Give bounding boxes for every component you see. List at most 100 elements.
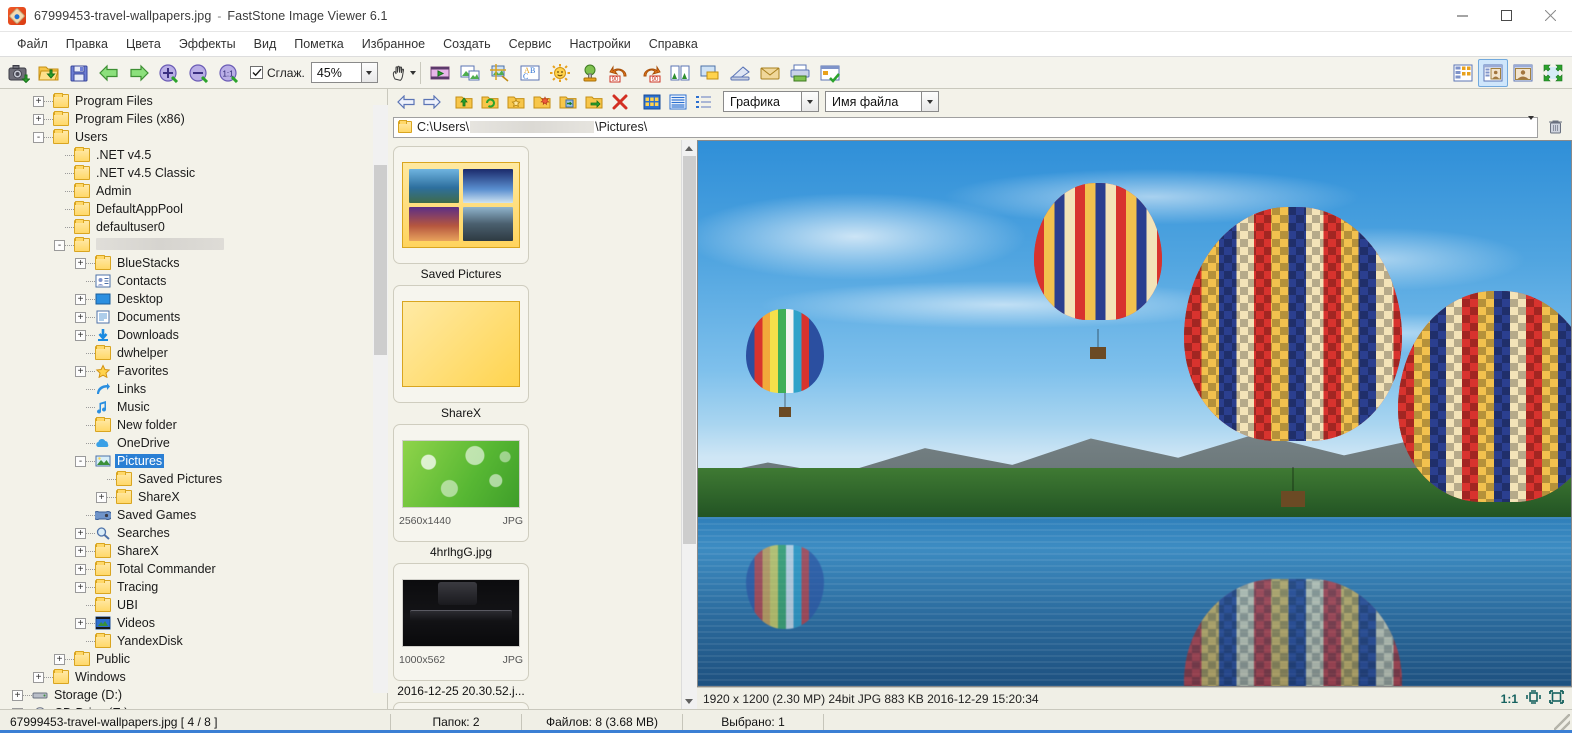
tree-item-program-files[interactable]: + Program Files (0, 92, 387, 110)
menu-item-tag[interactable]: Пометка (285, 34, 353, 54)
thumbnails-view-icon[interactable] (639, 91, 665, 113)
tree-item-links[interactable]: Links (0, 380, 387, 398)
path-dropdown-arrow[interactable] (1528, 116, 1534, 134)
back-icon[interactable] (393, 91, 419, 113)
menu-item-edit[interactable]: Правка (57, 34, 117, 54)
image-preview[interactable] (697, 140, 1572, 687)
sort-by-combo[interactable]: Имя файла (825, 91, 939, 112)
thumbs-scroll-down-button[interactable] (681, 693, 697, 709)
thumbs-scroll-thumb[interactable] (682, 156, 696, 544)
zoom-level-dropdown-arrow[interactable] (360, 62, 378, 83)
tree-item-tracing[interactable]: + Tracing (0, 578, 387, 596)
thumbs-scroll-track[interactable] (681, 156, 697, 693)
sort-by-arrow[interactable] (921, 91, 939, 112)
crop-icon[interactable] (485, 59, 515, 87)
maximize-icon[interactable] (1484, 0, 1528, 32)
tree-item-users[interactable]: - Users (0, 128, 387, 146)
expand-icon[interactable]: + (33, 95, 44, 107)
thumbnail-box[interactable] (393, 285, 529, 403)
expand-icon[interactable]: + (75, 293, 86, 305)
delete-icon[interactable] (607, 91, 633, 113)
tree-item-admin[interactable]: Admin (0, 182, 387, 200)
tree-item-contacts[interactable]: Contacts (0, 272, 387, 290)
preview-view-icon[interactable] (1478, 58, 1508, 87)
file-type-filter-combo[interactable]: Графика (723, 91, 819, 112)
menu-item-effects[interactable]: Эффекты (170, 34, 245, 54)
expand-icon[interactable]: + (75, 311, 86, 323)
expand-icon[interactable]: + (75, 257, 86, 269)
fullscreen-toggle-icon[interactable] (1549, 690, 1564, 707)
new-folder-icon[interactable] (529, 91, 555, 113)
file-type-filter-arrow[interactable] (801, 91, 819, 112)
expand-icon[interactable]: + (75, 563, 86, 575)
thumbs-scroll-up-button[interactable] (681, 140, 697, 156)
thumbnail-item[interactable]: 2560x1440 JPG 4hrlhgG.jpg (393, 424, 531, 561)
expand-icon[interactable]: + (75, 329, 86, 341)
tree-item-saved-games[interactable]: Saved Games (0, 506, 387, 524)
sort-by-value[interactable]: Имя файла (825, 91, 921, 112)
expand-icon[interactable]: + (33, 113, 44, 125)
tree-scroll-track[interactable] (372, 105, 388, 693)
tree-item-sharex[interactable]: + ShareX (0, 488, 387, 506)
resize-image-icon[interactable] (455, 59, 485, 87)
next-image-icon[interactable] (124, 59, 154, 87)
folder-tree-scrollbar[interactable] (372, 89, 388, 709)
thumbnail-box[interactable] (393, 146, 529, 264)
print-icon[interactable] (785, 59, 815, 87)
tree-item-net-v4-5-classic[interactable]: .NET v4.5 Classic (0, 164, 387, 182)
adjust-lighting-icon[interactable] (545, 59, 575, 87)
tree-item-redacted[interactable]: - (0, 236, 387, 254)
thumbnail-box[interactable]: 480x552JPG (393, 702, 529, 709)
tree-item-cd-drive-e[interactable]: + CD Drive (E:) (0, 704, 387, 709)
zoom-level-combo[interactable]: 45% (310, 62, 378, 83)
smoothing-checkbox[interactable]: Сглаж. (250, 66, 305, 80)
list-view-icon[interactable] (665, 91, 691, 113)
tree-scroll-thumb[interactable] (373, 165, 387, 355)
hand-tool-dropdown-arrow[interactable] (409, 70, 416, 75)
draw-text-icon[interactable]: A B C (515, 59, 545, 87)
file-type-filter-value[interactable]: Графика (723, 91, 801, 112)
expand-icon[interactable]: + (75, 365, 86, 377)
menu-item-tools[interactable]: Сервис (500, 34, 561, 54)
thumbnail-box[interactable]: 1000x562 JPG (393, 563, 529, 681)
tree-item-program-files-x86[interactable]: + Program Files (x86) (0, 110, 387, 128)
single-image-view-icon[interactable] (1508, 59, 1538, 87)
tree-item-searches[interactable]: + Searches (0, 524, 387, 542)
rotate-right-icon[interactable]: 90 (635, 59, 665, 87)
forward-icon[interactable] (419, 91, 445, 113)
menu-item-favorites[interactable]: Избранное (353, 34, 434, 54)
tree-item-documents[interactable]: + Documents (0, 308, 387, 326)
expand-icon[interactable]: + (96, 491, 107, 503)
thumbnail-item[interactable]: ShareX (393, 285, 531, 422)
zoom-level-value[interactable]: 45% (310, 62, 361, 83)
red-eye-removal-icon[interactable] (575, 59, 605, 87)
resize-grip-icon[interactable] (1554, 713, 1570, 730)
menu-item-help[interactable]: Справка (640, 34, 707, 54)
tree-item-pictures[interactable]: - Pictures (0, 452, 387, 470)
tree-item-music[interactable]: Music (0, 398, 387, 416)
compare-images-icon[interactable] (665, 59, 695, 87)
path-input[interactable]: C:\Users\ \Pictures\ (393, 116, 1538, 138)
thumbnail-item[interactable]: Saved Pictures (393, 146, 531, 283)
refresh-icon[interactable] (477, 91, 503, 113)
folder-tree[interactable]: + Program Files + Program Files (x86) - Users… (0, 89, 387, 709)
screen-color-picker-icon[interactable] (695, 59, 725, 87)
screen-capture-icon[interactable] (4, 59, 34, 87)
previous-image-icon[interactable] (94, 59, 124, 87)
thumbnail-grid[interactable]: Saved Pictures ShareX 2560x1440 JPG 4hrlhgG.… (387, 140, 681, 709)
tree-item-videos[interactable]: + Videos (0, 614, 387, 632)
thumbnail-item[interactable]: 1000x562 JPG 2016-12-25 20.30.52.j... (393, 563, 531, 700)
expand-icon[interactable]: + (75, 545, 86, 557)
zoom-out-icon[interactable] (184, 59, 214, 87)
menu-item-create[interactable]: Создать (434, 34, 500, 54)
tree-item-desktop[interactable]: + Desktop (0, 290, 387, 308)
thumbnail-box[interactable]: 2560x1440 JPG (393, 424, 529, 542)
copy-to-folder-icon[interactable] (555, 91, 581, 113)
image-properties-icon[interactable] (815, 59, 845, 87)
email-icon[interactable] (755, 59, 785, 87)
up-one-level-icon[interactable] (451, 91, 477, 113)
menu-item-view[interactable]: Вид (245, 34, 286, 54)
tree-item-dwhelper[interactable]: dwhelper (0, 344, 387, 362)
collapse-icon[interactable]: - (33, 131, 44, 143)
tree-item-storage-d[interactable]: + Storage (D:) (0, 686, 387, 704)
